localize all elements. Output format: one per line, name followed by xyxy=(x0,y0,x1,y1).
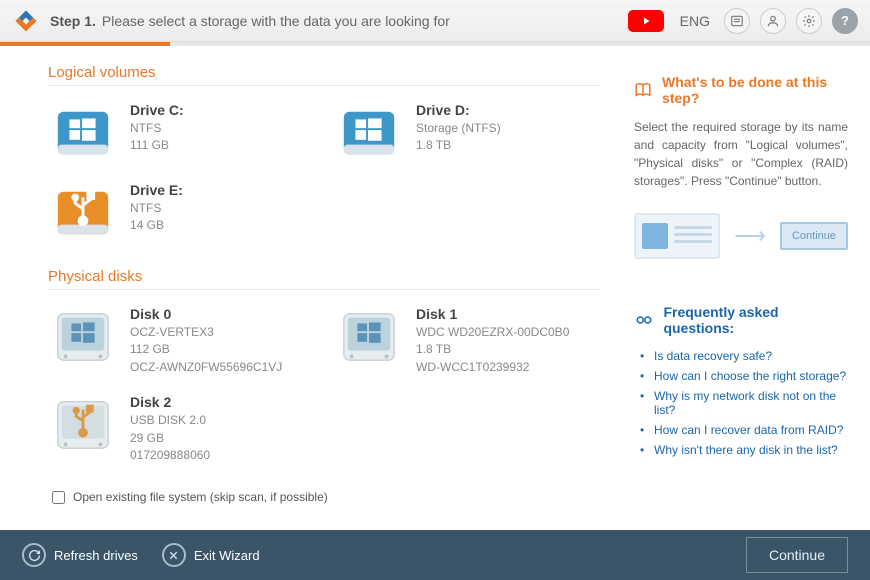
faq-item[interactable]: How can I recover data from RAID? xyxy=(638,420,848,440)
drive-title: Drive E: xyxy=(130,182,183,198)
refresh-icon xyxy=(22,543,46,567)
drive-subtext: OCZ-AWNZ0FW55696C1VJ xyxy=(130,359,282,376)
drive-title: Disk 1 xyxy=(416,306,569,322)
header-bar: Step 1. Please select a storage with the… xyxy=(0,0,870,42)
account-button[interactable] xyxy=(760,8,786,34)
faq-item[interactable]: Why isn't there any disk in the list? xyxy=(638,440,848,460)
faq-list: Is data recovery safe?How can I choose t… xyxy=(634,346,848,460)
drive-title: Drive C: xyxy=(130,102,184,118)
drive-icon xyxy=(52,394,114,456)
open-existing-label: Open existing file system (skip scan, if… xyxy=(73,490,328,504)
logical_volumes-item[interactable]: Drive E: NTFS14 GB xyxy=(48,176,314,250)
drive-subtext: Storage (NTFS) xyxy=(416,120,501,137)
close-icon xyxy=(162,543,186,567)
footer-bar: Refresh drives Exit Wizard Continue xyxy=(0,530,870,580)
drive-info: Drive E: NTFS14 GB xyxy=(130,182,183,244)
faq-heading: Frequently asked questions: xyxy=(634,304,848,336)
exit-wizard-button[interactable]: Exit Wizard xyxy=(162,543,260,567)
drive-icon xyxy=(52,102,114,164)
step-title: Step 1. Please select a storage with the… xyxy=(50,13,618,29)
physical_disks-item[interactable]: Disk 1 WDC WD20EZRX-00DC0B01.8 TBWD-WCC1T… xyxy=(334,300,600,382)
drive-subtext: NTFS xyxy=(130,120,184,137)
arrow-right-icon: ⟶ xyxy=(734,223,766,249)
refresh-drives-button[interactable]: Refresh drives xyxy=(22,543,138,567)
logical-volumes-grid: Drive C:NTFS111 GBDrive D:Storage (NTFS)… xyxy=(48,96,600,250)
physical-disks-grid: Disk 0 OCZ-VERTEX3112 GBOCZ-AWNZ0FW55696C… xyxy=(48,300,600,470)
logical_volumes-item[interactable]: Drive D: Storage (NTFS)1.8 TB xyxy=(334,96,600,170)
faq-icon xyxy=(634,310,653,330)
drive-title: Drive D: xyxy=(416,102,501,118)
whats-title: What's to be done at this step? xyxy=(662,74,848,106)
drive-icon xyxy=(338,102,400,164)
app-logo-icon xyxy=(12,7,40,35)
drive-icon xyxy=(52,182,114,244)
section-logical-title: Logical volumes xyxy=(48,64,600,86)
open-existing-checkbox[interactable] xyxy=(52,491,65,504)
physical_disks-item[interactable]: Disk 0 OCZ-VERTEX3112 GBOCZ-AWNZ0FW55696C… xyxy=(48,300,314,382)
step-instruction: Please select a storage with the data yo… xyxy=(102,13,450,29)
faq-item[interactable]: Why is my network disk not on the list? xyxy=(638,386,848,420)
exit-label: Exit Wizard xyxy=(194,548,260,563)
drive-subtext: NTFS xyxy=(130,200,183,217)
side-panel: What's to be done at this step? Select t… xyxy=(630,46,870,530)
illustration-drive-icon xyxy=(642,223,668,249)
drive-icon xyxy=(338,306,400,368)
drive-title: Disk 2 xyxy=(130,394,210,410)
drive-subtext: 14 GB xyxy=(130,217,183,234)
faq-item[interactable]: Is data recovery safe? xyxy=(638,346,848,366)
drive-subtext: WD-WCC1T0239932 xyxy=(416,359,569,376)
illustration-lines xyxy=(674,226,712,247)
drive-subtext: 1.8 TB xyxy=(416,137,501,154)
continue-button[interactable]: Continue xyxy=(746,537,848,573)
drive-info: Disk 1 WDC WD20EZRX-00DC0B01.8 TBWD-WCC1T… xyxy=(416,306,569,376)
drive-icon xyxy=(52,306,114,368)
faq-item[interactable]: How can I choose the right storage? xyxy=(638,366,848,386)
logical_volumes-item[interactable]: Drive C: NTFS111 GB xyxy=(48,96,314,170)
physical_disks-item[interactable]: Disk 2 USB DISK 2.029 GB017209888060 xyxy=(48,388,314,470)
drive-info: Drive C: NTFS111 GB xyxy=(130,102,184,164)
section-physical-title: Physical disks xyxy=(48,268,600,290)
refresh-label: Refresh drives xyxy=(54,548,138,563)
help-button[interactable]: ? xyxy=(832,8,858,34)
illustration-continue: Continue xyxy=(780,222,848,250)
illustration: ⟶ Continue xyxy=(634,208,848,264)
youtube-button[interactable] xyxy=(628,10,664,32)
drive-subtext: 111 GB xyxy=(130,137,184,154)
drive-info: Disk 2 USB DISK 2.029 GB017209888060 xyxy=(130,394,210,464)
drive-subtext: 1.8 TB xyxy=(416,341,569,358)
drive-subtext: OCZ-VERTEX3 xyxy=(130,324,282,341)
settings-button[interactable] xyxy=(796,8,822,34)
open-existing-option[interactable]: Open existing file system (skip scan, if… xyxy=(52,490,600,504)
drive-info: Drive D: Storage (NTFS)1.8 TB xyxy=(416,102,501,164)
storage-list-panel: Logical volumes Drive C:NTFS111 GBDrive … xyxy=(0,46,630,530)
drive-subtext: 112 GB xyxy=(130,341,282,358)
drive-subtext: 017209888060 xyxy=(130,447,210,464)
drive-title: Disk 0 xyxy=(130,306,282,322)
drive-subtext: 29 GB xyxy=(130,430,210,447)
drive-subtext: WDC WD20EZRX-00DC0B0 xyxy=(416,324,569,341)
whats-to-be-done-heading: What's to be done at this step? xyxy=(634,74,848,106)
drive-info: Disk 0 OCZ-VERTEX3112 GBOCZ-AWNZ0FW55696C… xyxy=(130,306,282,376)
step-number: Step 1. xyxy=(50,13,96,29)
language-selector[interactable]: ENG xyxy=(680,13,710,29)
drive-subtext: USB DISK 2.0 xyxy=(130,412,210,429)
log-button[interactable] xyxy=(724,8,750,34)
whats-text: Select the required storage by its name … xyxy=(634,118,848,190)
book-icon xyxy=(634,80,652,100)
illustration-card xyxy=(634,213,720,259)
faq-title: Frequently asked questions: xyxy=(663,304,848,336)
main-area: Logical volumes Drive C:NTFS111 GBDrive … xyxy=(0,46,870,530)
